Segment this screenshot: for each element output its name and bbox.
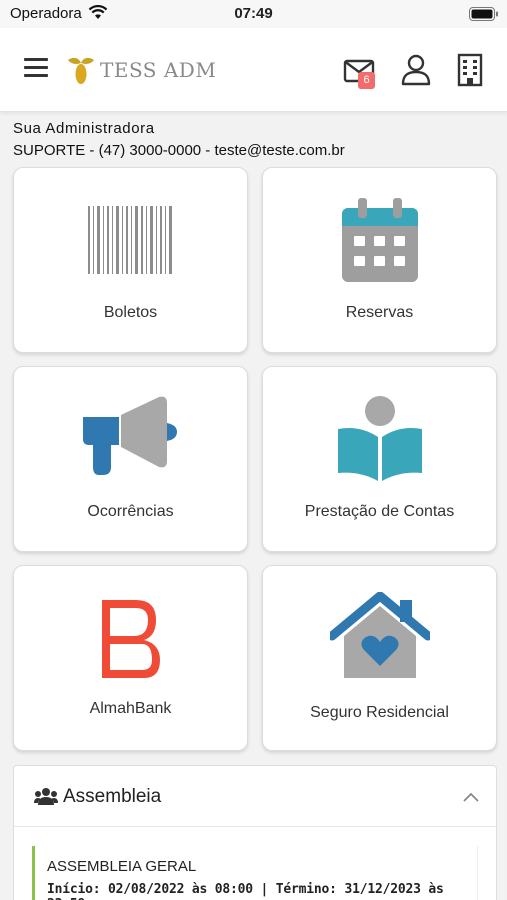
card-label: AlmahBank bbox=[89, 700, 172, 717]
card-prestacao-de-contas[interactable]: Prestação de Contas bbox=[262, 366, 497, 552]
user-icon[interactable] bbox=[398, 52, 434, 88]
card-ocorrencias[interactable]: Ocorrências bbox=[13, 366, 248, 552]
chevron-up-icon[interactable] bbox=[462, 788, 480, 807]
assembleia-header[interactable]: Assembleia bbox=[14, 766, 496, 827]
app-logo: TESS ADM bbox=[66, 54, 216, 86]
card-almahbank[interactable]: AlmahBank bbox=[13, 565, 248, 751]
menu-icon[interactable] bbox=[24, 58, 48, 80]
card-label: Reservas bbox=[345, 304, 414, 321]
admin-contact[interactable]: SUPORTE - (47) 3000-0000 - teste@teste.c… bbox=[13, 142, 345, 159]
mail-badge: 6 bbox=[358, 72, 375, 89]
clock-time: 07:49 bbox=[234, 5, 273, 22]
battery-icon bbox=[469, 6, 499, 25]
calendar-icon bbox=[340, 196, 420, 288]
assembleia-title: Assembleia bbox=[63, 786, 162, 807]
almahbank-logo-icon bbox=[96, 596, 166, 686]
users-icon bbox=[34, 787, 58, 809]
event-name: ASSEMBLEIA GERAL bbox=[47, 858, 197, 875]
status-bar: Operadora 07:49 bbox=[0, 0, 507, 28]
megaphone-icon bbox=[81, 395, 181, 489]
card-label: Boletos bbox=[103, 304, 158, 321]
card-label: Seguro Residencial bbox=[310, 704, 449, 721]
assembleia-event[interactable]: ASSEMBLEIA GERAL Início: 02/08/2022 às 0… bbox=[32, 846, 478, 900]
card-label: Ocorrências bbox=[87, 503, 174, 520]
building-icon[interactable] bbox=[452, 52, 488, 88]
app-header: TESS ADM 6 bbox=[0, 28, 507, 112]
card-boletos[interactable]: Boletos bbox=[13, 167, 248, 353]
card-label: Prestação de Contas bbox=[304, 503, 455, 520]
admin-title: Sua Administradora bbox=[13, 120, 155, 137]
tess-logo-icon bbox=[68, 57, 94, 84]
logo-text: TESS ADM bbox=[100, 58, 217, 82]
barcode-icon bbox=[86, 206, 176, 278]
reading-icon bbox=[334, 395, 426, 489]
card-seguro-residencial[interactable]: Seguro Residencial bbox=[262, 565, 497, 751]
card-reservas[interactable]: Reservas bbox=[262, 167, 497, 353]
event-dates: Início: 02/08/2022 às 08:00 | Término: 3… bbox=[47, 882, 444, 900]
assembleia-panel: Assembleia ASSEMBLEIA GERAL Início: 02/0… bbox=[13, 765, 497, 900]
house-heart-icon bbox=[327, 591, 432, 686]
